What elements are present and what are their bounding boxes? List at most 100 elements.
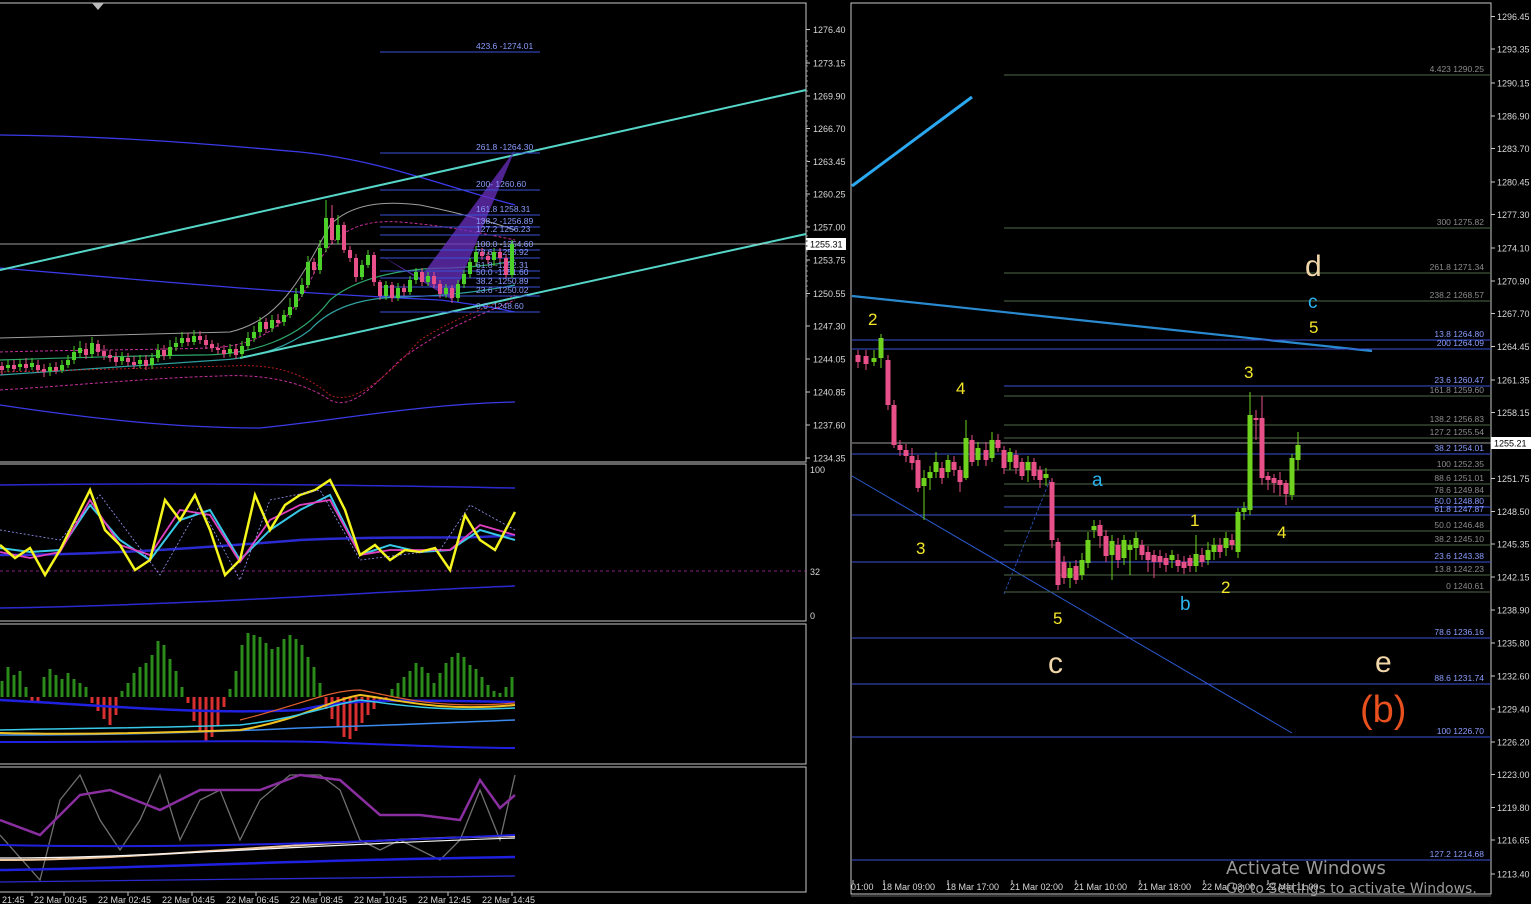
left-candle-body [336, 225, 340, 240]
right-candle-body [1211, 545, 1217, 552]
left-candle-body [486, 256, 490, 260]
left-candle-body [30, 363, 34, 367]
left-candle-body [426, 276, 430, 282]
macd-bar [234, 671, 238, 697]
left-candle-body [294, 294, 298, 307]
left-candle-body [360, 265, 364, 277]
right-time-tick: 21 Mar 10:00 [1074, 882, 1127, 892]
left-candle-body [258, 322, 262, 332]
right-price-tick: 1277.30 [1497, 210, 1530, 220]
right-candle-body [1259, 418, 1265, 478]
right-fib-label: 300 1275.82 [1437, 217, 1485, 227]
left-candle-body [402, 288, 406, 292]
right-candle-body [983, 450, 989, 460]
macd-bar [396, 683, 400, 697]
right-price-tick: 1216.65 [1497, 836, 1530, 846]
right-candle-body [1001, 450, 1007, 468]
macd-bar [240, 645, 244, 697]
right-candle-body [1289, 458, 1295, 495]
macd-bar [462, 657, 466, 697]
right-candle-body [1157, 556, 1163, 562]
right-fib-label: 61.8 1247.87 [1434, 504, 1484, 514]
macd-bar [492, 691, 496, 697]
right-candle-body [1055, 542, 1061, 585]
wave-label-c-small: c [1308, 292, 1318, 313]
left-candle-body [282, 315, 286, 322]
left-candle-body [120, 357, 124, 361]
left-candle-body [510, 244, 514, 275]
activate-windows-subtitle: Go to Settings to activate Windows. [1226, 881, 1477, 897]
macd-bar [204, 697, 208, 741]
right-candle-body [1139, 545, 1145, 555]
right-candle-body [1067, 568, 1073, 578]
right-price-tick: 1274.10 [1497, 244, 1530, 254]
left-fib-label: 23.6 -1250.02 [476, 285, 529, 295]
left-price-tick: 1266.70 [813, 124, 846, 134]
right-current-price-label: 1255.21 [1494, 439, 1527, 449]
left-candle-body [192, 336, 196, 342]
macd-bar [60, 679, 64, 697]
right-candle-body [1121, 540, 1127, 558]
left-price-tick: 1240.85 [813, 388, 846, 398]
right-candle-body [939, 468, 945, 478]
right-candle-body [1037, 470, 1043, 480]
right-fib-label: 100 1226.70 [1437, 726, 1485, 736]
right-candle-body [1073, 566, 1079, 580]
right-candle-body [885, 360, 891, 405]
right-price-tick: 1261.35 [1497, 376, 1530, 386]
activate-windows-title: Activate Windows [1226, 858, 1386, 879]
wave-label-3b: 3 [1244, 363, 1253, 382]
right-price-tick: 1242.15 [1497, 573, 1530, 583]
left-candle-body [498, 252, 502, 258]
chart-stage: 1276.40 1273.15 1269.90 1266.70 1263.45 1260.… [0, 0, 1531, 904]
macd-bar [162, 645, 166, 697]
right-price-tick: 1264.45 [1497, 342, 1530, 352]
right-candle-body [1193, 554, 1199, 566]
macd-bar [24, 687, 28, 697]
left-candle-body [156, 350, 160, 358]
right-candle-body [963, 438, 969, 478]
right-fib-label: 50.0 1246.48 [1434, 520, 1484, 530]
macd-bar [42, 677, 46, 697]
right-fib-label: 4.423 1290.25 [1430, 64, 1485, 74]
wave-label-5: 5 [1053, 609, 1062, 628]
right-candle-body [1007, 452, 1013, 462]
right-candle-body [933, 462, 939, 472]
macd-bar [366, 697, 370, 715]
macd-bar [420, 667, 424, 697]
right-fib-label: 238.2 1268.57 [1430, 290, 1485, 300]
macd-bar [102, 697, 106, 719]
macd-bar [180, 687, 184, 697]
oscillator-level-label: 0 [810, 611, 815, 621]
left-time-tick: 22 Mar 02:45 [98, 895, 151, 904]
left-candle-body [366, 255, 370, 265]
oscillator-level-label: 32 [810, 567, 820, 577]
left-candle-body [84, 349, 88, 355]
right-price-tick: 1213.40 [1497, 870, 1530, 880]
right-candle-body [1163, 558, 1169, 565]
left-candle-body [306, 262, 310, 285]
left-candle-body [18, 364, 22, 367]
right-candle-body [975, 448, 981, 460]
right-candle-body [1025, 462, 1031, 470]
macd-bar [444, 663, 448, 697]
right-fib-label: 138.2 1256.83 [1430, 414, 1485, 424]
left-candle-body [264, 322, 268, 329]
left-candle-body [78, 348, 82, 353]
right-candle-body [957, 470, 963, 482]
wave-label-c: c [1048, 647, 1063, 680]
right-candle-body [1127, 545, 1133, 550]
right-price-tick: 1283.70 [1497, 144, 1530, 154]
right-candle-body [863, 356, 869, 364]
macd-bar [228, 689, 232, 697]
right-candle-body [855, 355, 861, 362]
right-price-tick: 1229.40 [1497, 705, 1530, 715]
right-time-tick: 01:00 [851, 882, 874, 892]
wave-label-d: d [1305, 250, 1322, 283]
macd-bar [84, 687, 88, 697]
macd-bar [432, 683, 436, 697]
macd-bar [174, 671, 178, 697]
left-price-tick: 1260.25 [813, 190, 846, 200]
left-candle-body [444, 288, 448, 294]
right-candle-body [1217, 545, 1223, 552]
